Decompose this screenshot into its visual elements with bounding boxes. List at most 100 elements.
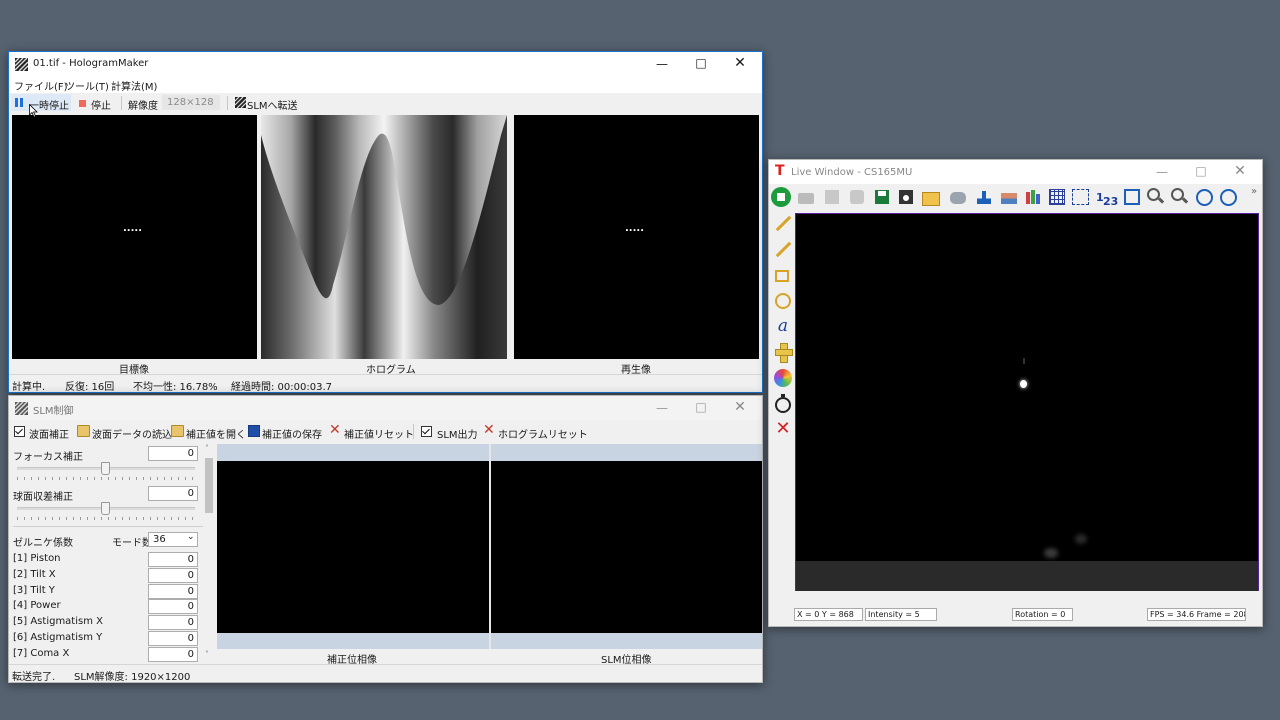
rotate-right-icon[interactable] [1219,187,1239,207]
roi-select-icon[interactable] [1071,187,1091,207]
zernike-row-label: [5] Astigmatism X [13,616,103,628]
save-correction-button[interactable]: 補正値の保存 [262,426,322,441]
status-nonuniformity: 不均一性: 16.78% [133,382,218,393]
open-correction-button[interactable]: 補正値を開く [186,426,246,441]
histogram-icon[interactable] [974,187,994,207]
stop-button[interactable]: 停止 [91,97,111,112]
reconstruction-image: ..... [514,115,759,359]
pause-icon [15,98,23,107]
wavefront-label[interactable]: 波面補正 [29,426,69,441]
scroll-down-icon[interactable]: ˅ [205,650,209,659]
record-disabled-icon[interactable] [847,187,867,207]
send-to-slm-button[interactable]: SLMへ転送 [247,97,298,112]
save-disabled-icon[interactable] [822,187,842,207]
close-button[interactable]: ✕ [721,55,759,71]
resolution-field[interactable]: 128×128 [162,95,220,110]
hologram-image [261,115,507,359]
zernike-row-input[interactable]: 0 [148,615,198,631]
stopwatch-icon[interactable] [773,394,793,414]
load-wavefront-icon [77,425,90,437]
more-icon[interactable]: » [1251,186,1257,197]
scroll-thumb[interactable] [205,458,213,513]
live-icon[interactable] [771,187,791,207]
maximize-button[interactable]: □ [1182,164,1220,178]
zernike-row-input[interactable]: 0 [148,599,198,615]
minimize-button[interactable]: — [1143,165,1181,179]
scroll-up-icon[interactable]: ˄ [205,444,209,453]
close-button[interactable]: ✕ [1221,163,1259,179]
clear-annotations-icon[interactable]: ✕ [773,419,793,439]
focus-input[interactable]: 0 [148,446,198,461]
ellipse-tool-icon[interactable] [773,291,793,311]
slm-output-label[interactable]: SLM出力 [437,426,478,441]
maximize-button[interactable]: □ [682,56,720,70]
panel-scrollbar[interactable]: ˄ ˅ [203,444,215,662]
toolbar-separator [227,96,228,110]
spherical-input[interactable]: 0 [148,486,198,501]
numbering-icon[interactable]: 1 23 [1095,187,1118,208]
open-folder-icon[interactable] [920,187,940,207]
app-icon [15,402,28,415]
snapshot-icon[interactable] [796,187,816,207]
hologram-icon [235,97,246,108]
zernike-row-input[interactable]: 0 [148,583,198,599]
stop-icon[interactable] [79,100,86,107]
mode-count-select[interactable]: 36 ⌄ [148,532,198,547]
zoom-1to2-icon[interactable] [1170,187,1190,207]
pencil-icon[interactable] [773,239,793,259]
grid-icon[interactable] [1047,187,1067,207]
camera-settings-icon[interactable] [948,187,968,207]
faint-spot [1023,358,1025,364]
zernike-row-label: [4] Power [13,600,61,612]
faint-spot [1075,534,1087,544]
pause-button[interactable]: 一時停止 [11,94,71,112]
minimize-button[interactable]: — [643,57,681,71]
focus-slider-thumb[interactable] [101,462,110,475]
ruler-icon[interactable] [773,342,793,363]
menu-tools[interactable]: ツール(T) [65,78,109,93]
zernike-label: ゼルニケ係数 [13,538,73,549]
zernike-row-input[interactable]: 0 [148,646,198,662]
wavefront-checkbox[interactable] [14,426,25,439]
live-title-bar[interactable]: T Live Window - CS165MU — □ ✕ [769,160,1262,184]
zernike-row-label: [1] Piston [13,553,61,564]
menu-file[interactable]: ファイル(F) [14,78,68,93]
save-settings-icon[interactable] [896,187,916,207]
maximize-button[interactable]: □ [682,400,720,414]
slm-toolbar: 波面補正 波面データの読込 補正値を開く 補正値の保存 ✕ 補正値リセット SL… [9,422,762,442]
mode-count-value: 36 [153,534,166,545]
laser-spot [1020,380,1027,388]
spherical-slider-ticks [17,517,195,520]
save-icon[interactable] [872,187,892,207]
hologram-title-bar[interactable]: 01.tif - HologramMaker — □ ✕ [9,52,762,76]
image-stats-icon[interactable] [999,187,1019,207]
slm-output-checkbox[interactable] [421,426,432,439]
slm-control-window: SLM制御 — □ ✕ 波面補正 波面データの読込 補正値を開く 補正値の保存 … [8,395,763,683]
reset-correction-button[interactable]: 補正値リセット [344,426,414,441]
zernike-row-input[interactable]: 0 [148,567,198,583]
slm-title-bar[interactable]: SLM制御 — □ ✕ [9,396,762,420]
zernike-row-input[interactable]: 0 [148,631,198,646]
color-wheel-icon[interactable] [773,368,793,388]
menu-calc-method[interactable]: 計算法(M) [111,78,157,93]
line-tool-icon[interactable] [773,213,793,233]
spherical-slider-thumb[interactable] [101,502,110,515]
checkbox-checked-icon [421,426,432,437]
minimize-button[interactable]: — [643,401,681,415]
zernike-row-input[interactable]: 0 [148,552,198,567]
text-tool-icon[interactable]: a [773,316,793,336]
reset-hologram-button[interactable]: ホログラムリセット [498,426,588,441]
rotate-left-icon[interactable] [1195,187,1215,207]
fit-window-icon[interactable] [1122,187,1142,207]
box-edit-icon[interactable] [773,265,793,285]
resolution-label: 解像度 [128,101,158,112]
status-elapsed: 経過時間: 00:00:03.7 [231,382,333,393]
menu-bar: ファイル(F) ツール(T) 計算法(M) [9,76,762,93]
color-histogram-icon[interactable] [1023,187,1043,207]
camera-view[interactable] [795,213,1259,591]
live-toolbar: 1 23 » [769,186,1262,212]
close-button[interactable]: ✕ [721,399,759,415]
window-title: Live Window - CS165MU [791,167,913,178]
zoom-1to1-icon[interactable] [1146,187,1166,207]
load-wavefront-button[interactable]: 波面データの読込 [92,426,172,441]
